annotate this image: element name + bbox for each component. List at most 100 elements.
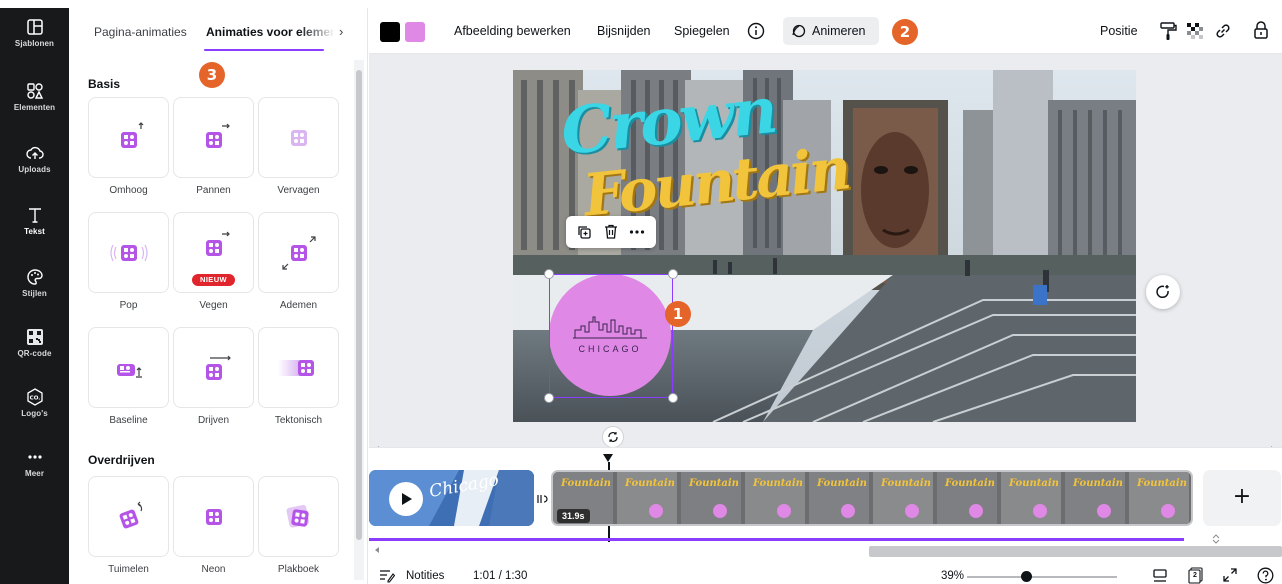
playback-time: 1:01 / 1:30 <box>473 570 528 582</box>
notes-icon[interactable] <box>379 569 395 583</box>
panel-tabs: Pagina-animaties Animaties voor elemen › <box>69 8 359 54</box>
animation-card-drijven[interactable] <box>173 327 254 408</box>
section-title-basis: Basis <box>88 77 121 91</box>
link-icon[interactable] <box>1214 22 1232 40</box>
page-grid-button[interactable]: 2 <box>1187 567 1204 584</box>
resize-handle-tl[interactable] <box>544 269 554 279</box>
frame-title: Fountain <box>1009 478 1059 489</box>
rail-item-styles[interactable]: Stijlen <box>0 268 69 324</box>
info-icon[interactable] <box>747 22 765 40</box>
baseline-animation-icon <box>116 363 142 378</box>
animation-card-tektonisch[interactable] <box>258 327 339 408</box>
rail-item-templates[interactable]: Sjablonen <box>0 18 69 74</box>
animation-label: Pannen <box>196 185 231 196</box>
more-options-icon[interactable] <box>629 229 645 235</box>
frame-badge <box>841 504 855 518</box>
help-icon[interactable] <box>1257 567 1274 584</box>
animation-label: Neon <box>201 564 226 575</box>
animation-card-pannen[interactable] <box>173 97 254 178</box>
rail-item-logos[interactable]: CO. Logo's <box>0 388 69 444</box>
rail-label: Stijlen <box>22 289 47 298</box>
paint-roller-icon[interactable] <box>1159 21 1177 41</box>
refresh-icon <box>1156 285 1169 299</box>
animation-card-plakboek[interactable] <box>258 476 339 557</box>
section-title-overdrijven: Overdrijven <box>88 453 155 467</box>
animation-card-tuimelen[interactable] <box>88 476 169 557</box>
animation-label: Baseline <box>109 415 148 426</box>
flip-button[interactable]: Spiegelen <box>674 24 730 38</box>
rail-item-uploads[interactable]: Uploads <box>0 144 69 200</box>
scrollbar-thumb[interactable] <box>356 70 362 540</box>
color-swatch-black[interactable] <box>380 22 400 42</box>
frame-badge <box>1161 504 1175 518</box>
crop-button[interactable]: Bijsnijden <box>597 24 651 38</box>
rotate-icon <box>608 432 618 442</box>
animation-card-vegen[interactable]: NIEUW <box>173 212 254 293</box>
animation-label: Vegen <box>199 300 228 311</box>
panel-scrollbar[interactable] <box>354 60 364 580</box>
scroll-updown-icon[interactable] <box>1212 534 1220 544</box>
animation-panel: Pagina-animaties Animaties voor elemen ›… <box>69 8 368 584</box>
chevron-right-icon[interactable]: › <box>339 24 343 39</box>
tab-page-animations[interactable]: Pagina-animaties <box>94 25 187 39</box>
timeline-scroll-left-icon[interactable] <box>373 546 381 554</box>
templates-icon <box>26 19 43 35</box>
rotate-button[interactable] <box>602 426 624 448</box>
frame-title: Fountain <box>625 478 675 489</box>
frame-title: Fountain <box>753 478 803 489</box>
animation-card-vervagen[interactable] <box>258 97 339 178</box>
regenerate-button[interactable] <box>1146 275 1180 309</box>
animation-card-baseline[interactable] <box>88 327 169 408</box>
pop-animation-icon <box>109 244 148 261</box>
trash-icon[interactable] <box>604 224 618 239</box>
play-button[interactable] <box>389 482 423 516</box>
animate-icon <box>792 24 806 38</box>
animation-card-pop[interactable] <box>88 212 169 293</box>
new-badge: NIEUW <box>192 274 235 286</box>
animation-label: Pop <box>119 300 138 311</box>
transparency-icon[interactable] <box>1186 22 1204 40</box>
color-swatch-pink[interactable] <box>405 22 425 42</box>
frame-title: Fountain <box>689 478 739 489</box>
top-border <box>0 0 1282 8</box>
zoom-slider-handle[interactable] <box>1020 571 1032 582</box>
resize-handle-bl[interactable] <box>544 393 554 403</box>
scrapbook-animation-icon <box>286 504 309 528</box>
play-icon <box>402 493 412 505</box>
zoom-slider[interactable] <box>967 576 1117 578</box>
status-bar: Notities 1:01 / 1:30 39% 2 <box>369 564 1282 584</box>
notes-button[interactable]: Notities <box>406 570 444 582</box>
lock-icon[interactable] <box>1253 20 1269 40</box>
page-view-icon[interactable] <box>1152 568 1168 584</box>
transition-icon[interactable] <box>536 492 548 504</box>
add-page-button[interactable]: + <box>1203 470 1281 526</box>
rail-item-more[interactable]: Meer <box>0 448 69 504</box>
timeline-clip-2[interactable]: Fountain Fountain Fountain Fountain Foun… <box>551 470 1193 526</box>
animate-button[interactable]: Animeren <box>783 17 879 45</box>
active-tab-indicator <box>204 49 324 51</box>
edit-image-button[interactable]: Afbeelding bewerken <box>454 24 571 38</box>
animation-label: Drijven <box>197 415 230 426</box>
animation-card-omhoog[interactable] <box>88 97 169 178</box>
animation-card-neon[interactable] <box>173 476 254 557</box>
fade-animation-icon <box>290 129 307 146</box>
animation-card-ademen[interactable] <box>258 212 339 293</box>
resize-handle-tr[interactable] <box>668 269 678 279</box>
rail-item-text[interactable]: Tekst <box>0 206 69 262</box>
timeline-scrollbar[interactable] <box>869 546 1282 557</box>
step-marker-1: 1 <box>665 301 691 327</box>
rail-item-elements[interactable]: Elementen <box>0 82 69 138</box>
fullscreen-icon[interactable] <box>1223 568 1237 582</box>
timeline-clip-1[interactable]: Chicago <box>369 470 534 526</box>
rail-label: Uploads <box>18 165 51 174</box>
animation-label: Omhoog <box>109 185 148 196</box>
position-button[interactable]: Positie <box>1100 24 1138 38</box>
element-context-menu <box>566 216 656 248</box>
text-icon <box>28 208 41 223</box>
animate-label: Animeren <box>812 24 866 38</box>
tectonic-animation-icon <box>277 359 314 376</box>
resize-handle-br[interactable] <box>668 393 678 403</box>
duplicate-icon[interactable] <box>577 225 591 239</box>
rail-item-qr[interactable]: QR-code <box>0 328 69 384</box>
zoom-level: 39% <box>941 570 965 582</box>
